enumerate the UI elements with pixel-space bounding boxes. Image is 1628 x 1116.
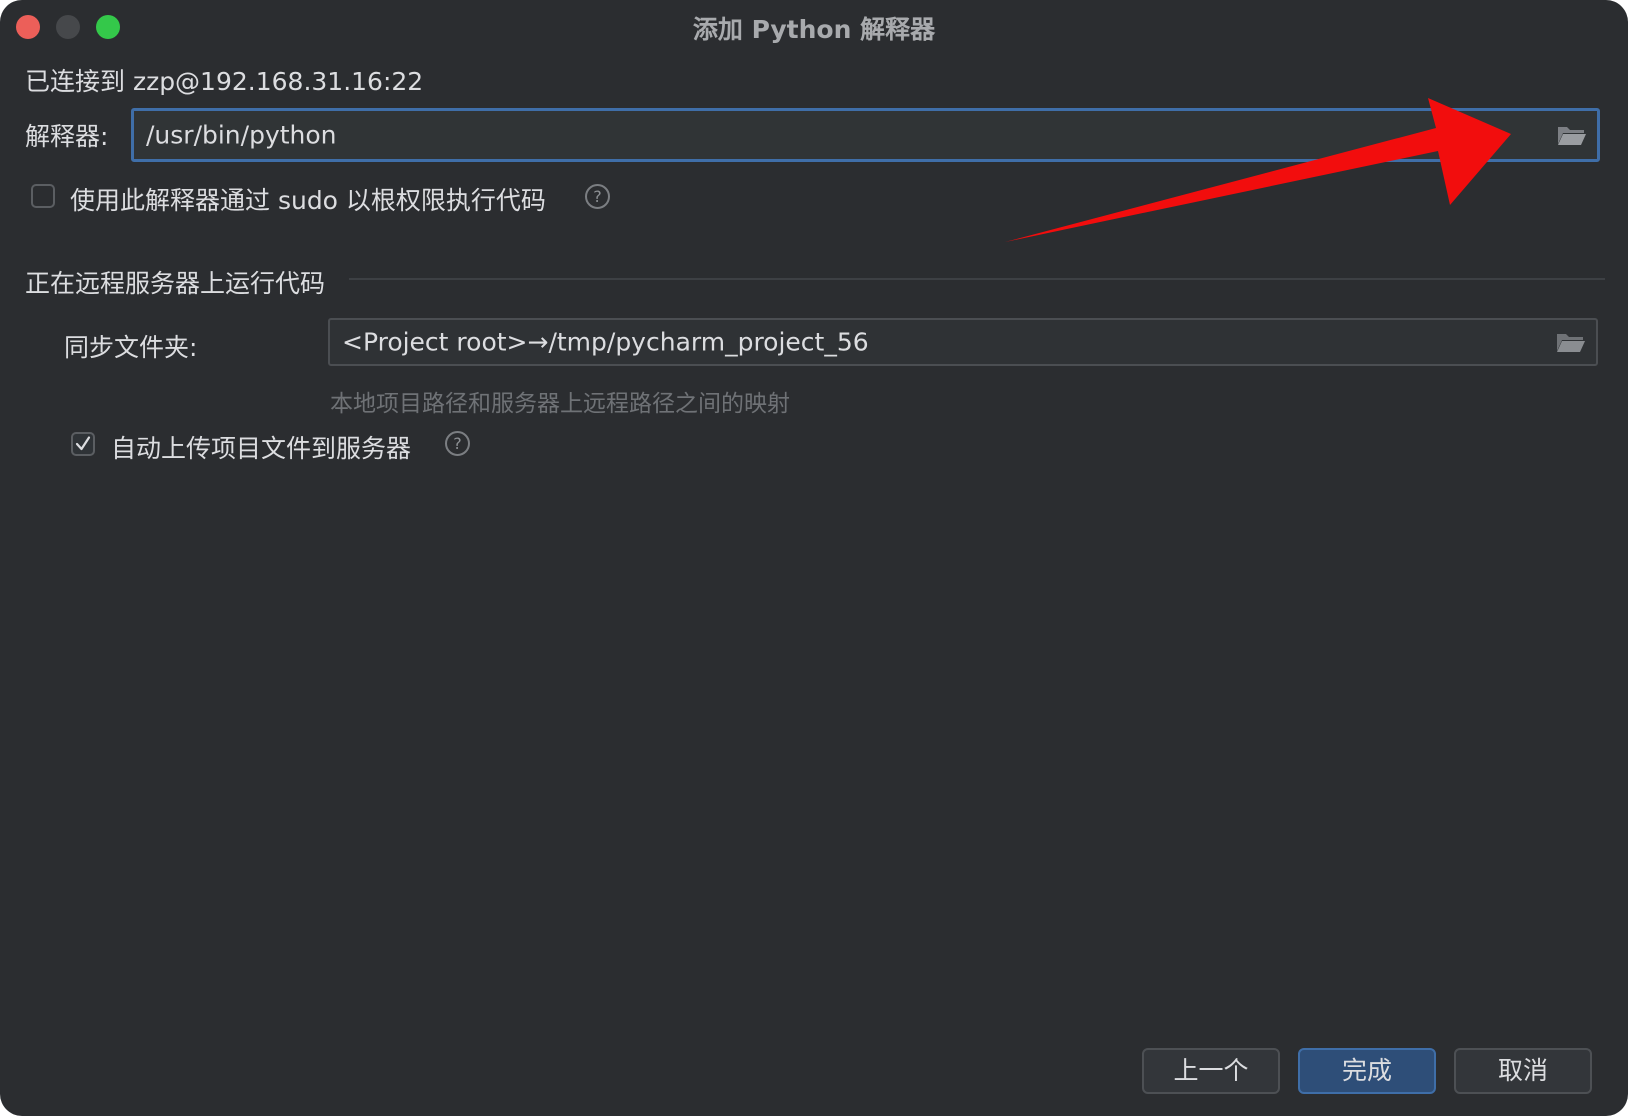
add-python-interpreter-dialog: 添加 Python 解释器 已连接到 zzp@192.168.31.16:22 … (0, 0, 1628, 1116)
red-arrow-annotation (1005, 98, 1511, 242)
